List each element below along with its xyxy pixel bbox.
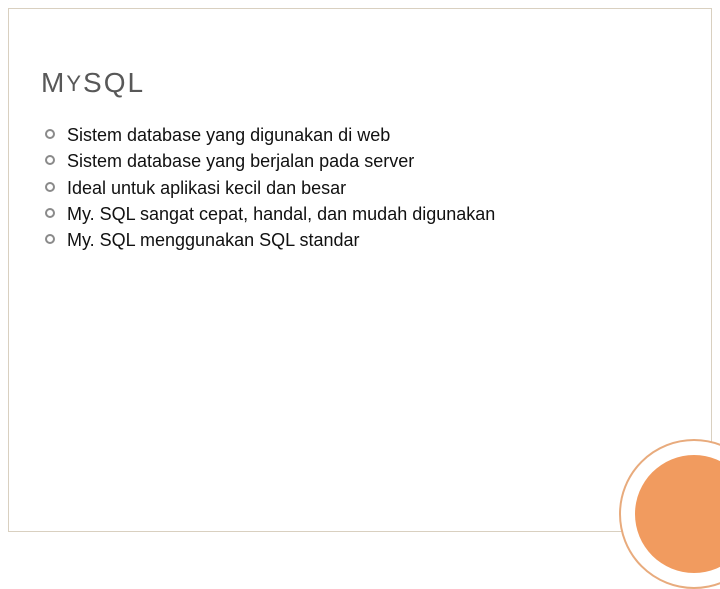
- list-item: My. SQL sangat cepat, handal, dan mudah …: [41, 202, 679, 226]
- list-item-text: Sistem database yang berjalan pada serve…: [67, 151, 414, 171]
- list-item: Sistem database yang digunakan di web: [41, 123, 679, 147]
- list-item-text: Ideal untuk aplikasi kecil dan besar: [67, 178, 346, 198]
- title-part-3: SQL: [83, 67, 145, 98]
- circle-bullet-icon: [45, 155, 55, 165]
- slide: MYSQL Sistem database yang digunakan di …: [8, 8, 712, 532]
- circle-bullet-icon: [45, 234, 55, 244]
- list-item-text: My. SQL sangat cepat, handal, dan mudah …: [67, 204, 495, 224]
- list-item: Sistem database yang berjalan pada serve…: [41, 149, 679, 173]
- circle-bullet-icon: [45, 129, 55, 139]
- circle-bullet-icon: [45, 208, 55, 218]
- title-part-2: Y: [66, 71, 83, 96]
- list-item-text: My. SQL menggunakan SQL standar: [67, 230, 360, 250]
- list-item: My. SQL menggunakan SQL standar: [41, 228, 679, 252]
- corner-decoration: [619, 439, 720, 589]
- list-item-text: Sistem database yang digunakan di web: [67, 125, 390, 145]
- slide-title: MYSQL: [41, 67, 679, 99]
- circle-bullet-icon: [45, 182, 55, 192]
- list-item: Ideal untuk aplikasi kecil dan besar: [41, 176, 679, 200]
- title-part-1: M: [41, 67, 66, 98]
- bullet-list: Sistem database yang digunakan di web Si…: [41, 123, 679, 252]
